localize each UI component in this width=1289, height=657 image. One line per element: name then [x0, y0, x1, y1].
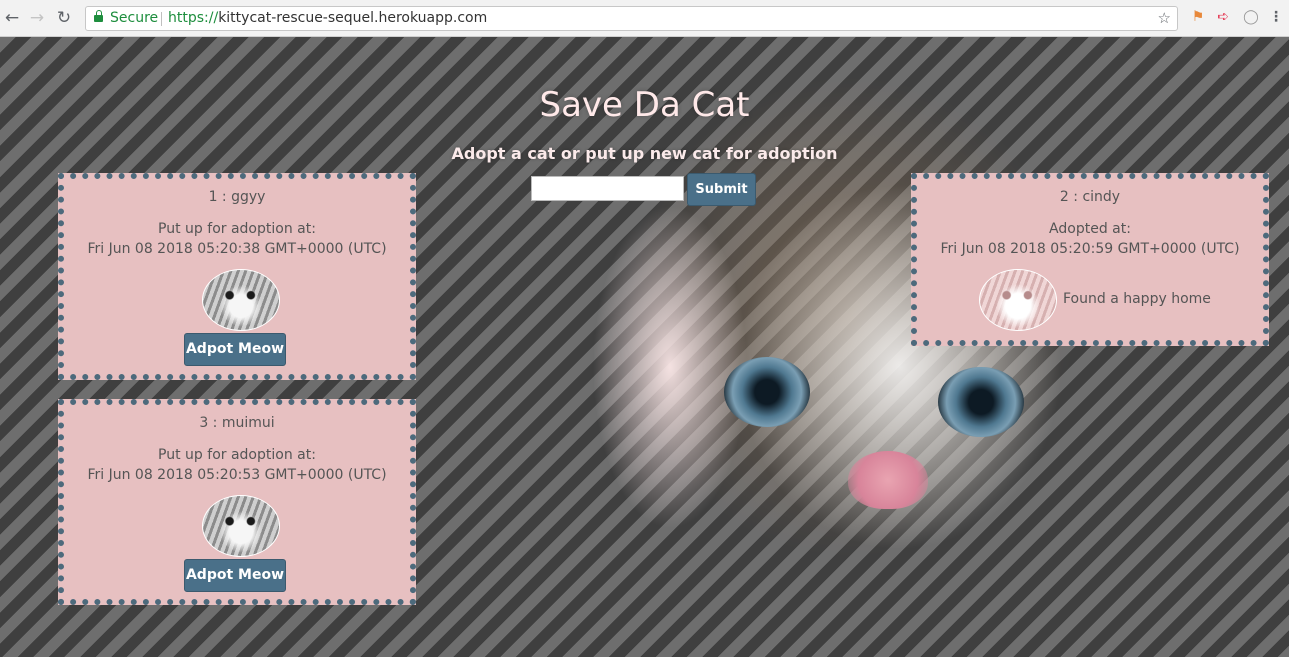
timestamp: Fri Jun 08 2018 05:20:53 GMT+0000 (UTC) — [87, 467, 387, 483]
cat-card: 3 : muimui Put up for adoption at: Fri J… — [58, 399, 416, 605]
adopted-status-text: Found a happy home — [1063, 291, 1211, 307]
adopt-button[interactable]: Adpot Meow — [184, 559, 286, 592]
page-background: Save Da Cat Adopt a cat or put up new ca… — [0, 37, 1289, 657]
cat-nose — [848, 451, 928, 509]
submit-button[interactable]: Submit — [687, 173, 756, 206]
cat-card-adopted: 2 : cindy Adopted at: Fri Jun 08 2018 05… — [911, 173, 1269, 346]
lock-icon — [94, 10, 103, 23]
url-text[interactable]: https://kittycat-rescue-sequel.herokuapp… — [168, 7, 487, 30]
timestamp: Fri Jun 08 2018 05:20:38 GMT+0000 (UTC) — [87, 241, 387, 257]
cat-card: 1 : ggyy Put up for adoption at: Fri Jun… — [58, 173, 416, 380]
extension-flag-icon[interactable]: ⚑ — [1190, 9, 1206, 25]
cat-name: 2 : cindy — [1059, 189, 1121, 205]
address-separator — [161, 12, 162, 26]
status-label: Put up for adoption at: — [158, 221, 316, 237]
menu-dots-icon[interactable]: ⋮ — [1268, 9, 1284, 25]
reload-icon[interactable]: ↻ — [54, 8, 74, 28]
cat-name-input[interactable] — [531, 176, 684, 201]
status-label: Adopted at: — [1049, 221, 1131, 237]
extension-arrow-icon[interactable]: ➪ — [1215, 9, 1231, 25]
bookmark-star-icon[interactable]: ☆ — [1158, 7, 1171, 30]
page-subtitle: Adopt a cat or put up new cat for adopti… — [451, 144, 838, 163]
cat-name: 1 : ggyy — [208, 189, 266, 205]
back-arrow-icon[interactable]: ← — [2, 8, 22, 28]
secure-label: Secure — [110, 10, 159, 26]
url-host: kittycat-rescue-sequel.herokuapp.com — [218, 10, 488, 26]
page-title: Save Da Cat — [539, 85, 750, 125]
cat-eye-right — [938, 367, 1024, 437]
status-label: Put up for adoption at: — [158, 447, 316, 463]
forward-arrow-icon[interactable]: → — [27, 8, 47, 28]
cat-eye-left — [724, 357, 810, 427]
extension-circle-icon[interactable]: ◯ — [1243, 9, 1259, 25]
browser-toolbar: ← → ↻ Secure https://kittycat-rescue-seq… — [0, 0, 1289, 37]
cat-avatar — [202, 495, 280, 557]
url-scheme: https:// — [168, 10, 219, 26]
adopt-button[interactable]: Adpot Meow — [184, 333, 286, 366]
timestamp: Fri Jun 08 2018 05:20:59 GMT+0000 (UTC) — [940, 241, 1240, 257]
address-bar[interactable]: Secure https://kittycat-rescue-sequel.he… — [85, 6, 1178, 31]
cat-avatar — [202, 269, 280, 331]
cat-avatar — [979, 269, 1057, 331]
cat-name: 3 : muimui — [199, 415, 275, 431]
